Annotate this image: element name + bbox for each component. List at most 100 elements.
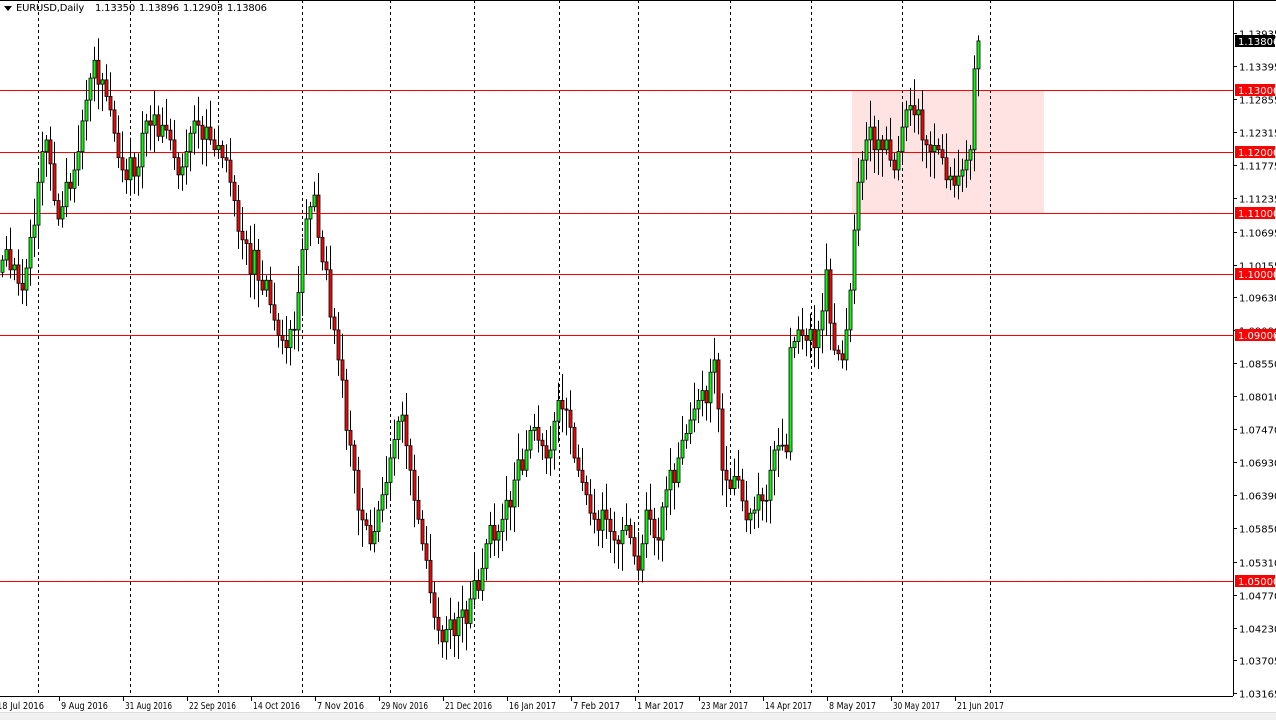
- bullish-candle: [777, 446, 780, 450]
- x-tick-label: 14 Apr 2017: [765, 701, 812, 712]
- bearish-candle: [893, 160, 896, 170]
- bearish-candle: [565, 409, 568, 410]
- bullish-candle: [961, 170, 964, 176]
- bullish-candle: [505, 500, 508, 519]
- bearish-candle: [225, 158, 228, 160]
- bearish-candle: [21, 283, 24, 290]
- bullish-candle: [309, 207, 312, 219]
- bearish-candle: [329, 270, 332, 317]
- bearish-candle: [881, 140, 884, 150]
- bearish-candle: [177, 158, 180, 175]
- y-tick-label: 1.11775: [1239, 162, 1276, 173]
- bullish-candle: [5, 250, 8, 260]
- dropdown-triangle-icon[interactable]: [4, 6, 12, 11]
- bearish-candle: [829, 270, 832, 323]
- bearish-candle: [437, 617, 440, 630]
- bullish-candle: [253, 250, 256, 274]
- bullish-candle: [529, 430, 532, 450]
- candlestick-chart[interactable]: 1.139351.133951.128551.123151.117751.112…: [0, 0, 1276, 719]
- bearish-candle: [293, 329, 296, 330]
- bullish-candle: [393, 440, 396, 458]
- current-price-label: 1.13806: [1238, 37, 1276, 48]
- bearish-candle: [761, 495, 764, 501]
- x-tick-label: 21 Dec 2016: [445, 701, 492, 712]
- y-tick-label: 1.05310: [1239, 559, 1276, 570]
- bullish-candle: [789, 348, 792, 452]
- bearish-candle: [573, 427, 576, 458]
- bullish-candle: [205, 127, 208, 139]
- bearish-candle: [157, 115, 160, 136]
- x-tick-label: 8 May 2017: [829, 701, 876, 712]
- bullish-candle: [45, 140, 48, 152]
- bullish-candle: [181, 167, 184, 175]
- bullish-candle: [865, 140, 868, 160]
- x-tick-label: 1 Mar 2017: [637, 701, 684, 712]
- bearish-candle: [717, 360, 720, 409]
- bearish-candle: [113, 110, 116, 133]
- bullish-candle: [513, 480, 516, 507]
- bearish-candle: [105, 80, 108, 97]
- bearish-candle: [121, 158, 124, 170]
- x-tick-label: 23 Mar 2017: [701, 701, 748, 712]
- bearish-candle: [49, 140, 52, 164]
- bearish-candle: [925, 140, 928, 145]
- bearish-candle: [233, 182, 236, 200]
- bullish-candle: [217, 145, 220, 149]
- bearish-candle: [613, 532, 616, 541]
- bearish-candle: [569, 410, 572, 427]
- bullish-candle: [689, 420, 692, 433]
- y-tick-label: 1.13395: [1239, 63, 1276, 74]
- level-price-label: 1.11000: [1238, 209, 1276, 220]
- y-tick-label: 1.05850: [1239, 525, 1276, 536]
- bullish-candle: [289, 329, 292, 347]
- bearish-candle: [417, 500, 420, 519]
- level-price-label: 1.13000: [1238, 86, 1276, 97]
- y-tick-label: 1.06390: [1239, 492, 1276, 503]
- bullish-candle: [1, 260, 4, 272]
- bearish-candle: [117, 133, 120, 158]
- bearish-candle: [257, 250, 260, 280]
- x-tick-label: 9 Aug 2016: [61, 701, 108, 712]
- bullish-candle: [301, 250, 304, 293]
- bearish-candle: [221, 145, 224, 157]
- bullish-candle: [137, 167, 140, 176]
- x-tick-label: 30 May 2017: [893, 701, 940, 712]
- y-tick-label: 1.07470: [1239, 426, 1276, 437]
- bullish-candle: [77, 152, 80, 170]
- bearish-candle: [577, 458, 580, 470]
- bearish-candle: [209, 127, 212, 140]
- bullish-candle: [385, 482, 388, 494]
- bullish-candle: [857, 182, 860, 230]
- bullish-candle: [445, 630, 448, 642]
- bearish-candle: [737, 476, 740, 480]
- symbol-label: EURUSD,Daily: [16, 3, 84, 14]
- bullish-candle: [557, 400, 560, 421]
- bullish-candle: [933, 145, 936, 151]
- bearish-candle: [213, 140, 216, 150]
- bearish-candle: [729, 480, 732, 489]
- bearish-candle: [173, 140, 176, 158]
- bearish-candle: [237, 201, 240, 232]
- bullish-candle: [973, 69, 976, 150]
- bullish-candle: [853, 230, 856, 290]
- bullish-candle: [185, 152, 188, 167]
- bearish-candle: [637, 556, 640, 570]
- bullish-candle: [377, 510, 380, 531]
- bullish-candle: [733, 476, 736, 488]
- header-open: 1.13350: [95, 3, 135, 14]
- bearish-candle: [561, 400, 564, 409]
- y-tick-label: 1.06930: [1239, 459, 1276, 470]
- bullish-candle: [713, 360, 716, 372]
- bullish-candle: [625, 525, 628, 530]
- bullish-candle: [41, 152, 44, 183]
- bearish-candle: [165, 125, 168, 130]
- y-tick-label: 1.08010: [1239, 393, 1276, 404]
- bearish-candle: [813, 329, 816, 347]
- bullish-candle: [33, 225, 36, 237]
- bullish-candle: [193, 121, 196, 133]
- bearish-candle: [333, 317, 336, 330]
- bearish-candle: [889, 140, 892, 160]
- bearish-candle: [801, 330, 804, 336]
- bearish-candle: [589, 495, 592, 513]
- bearish-candle: [53, 164, 56, 201]
